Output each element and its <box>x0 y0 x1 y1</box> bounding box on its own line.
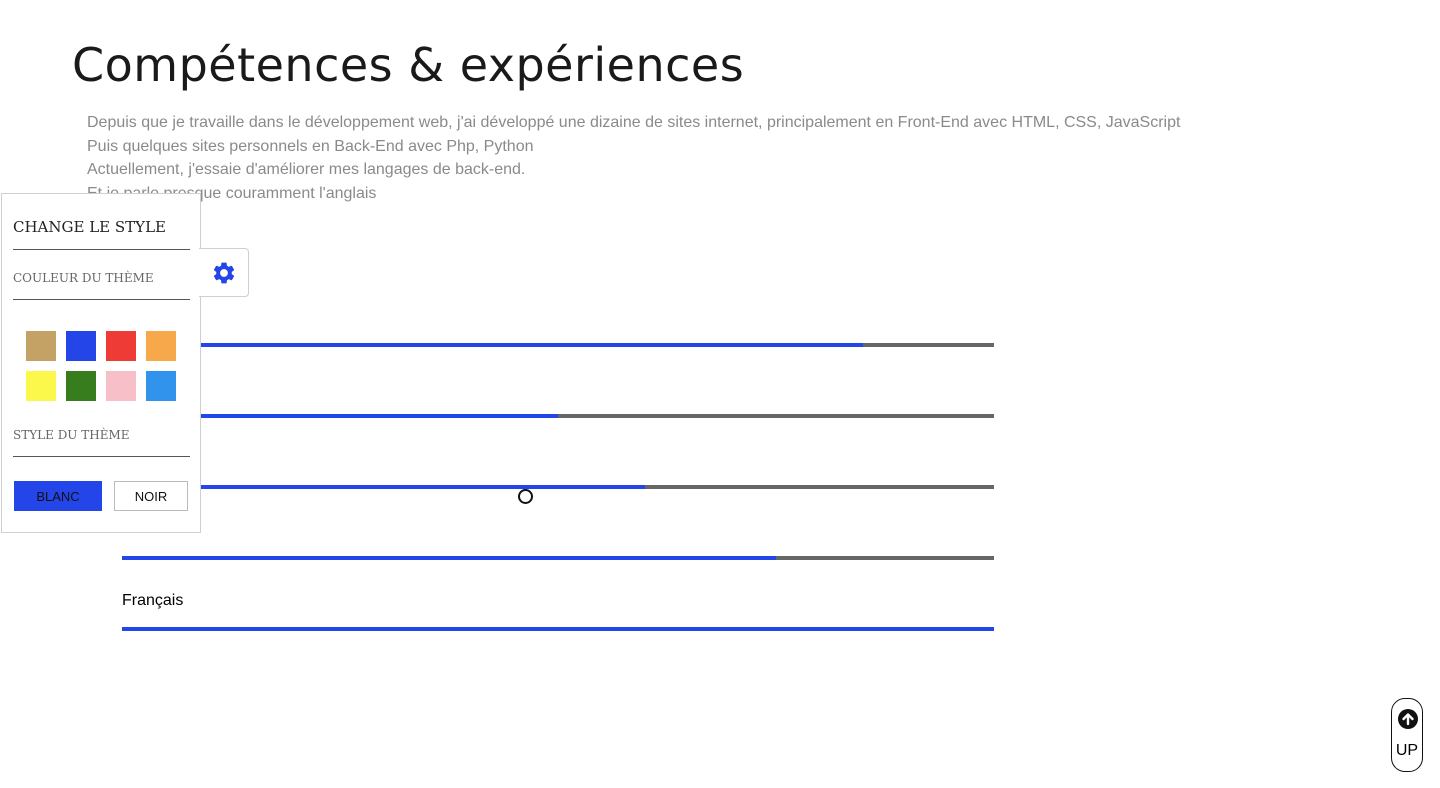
skill-item: Français <box>122 584 994 655</box>
skill-progress-track <box>122 627 994 631</box>
skill-progress-fill <box>122 627 994 631</box>
page-title: Compétences & expériences <box>72 38 745 92</box>
intro-line: Et je parle presque couramment l'anglais <box>87 184 377 202</box>
intro-line: Depuis que je travaille dans le développ… <box>87 114 1181 131</box>
gear-icon <box>213 262 234 283</box>
style-panel-toggle-button[interactable] <box>199 248 249 297</box>
skills-list: Français <box>122 300 994 655</box>
color-swatch[interactable] <box>66 331 96 361</box>
white-theme-button[interactable]: BLANC <box>14 481 102 511</box>
skill-progress-track <box>122 485 994 489</box>
black-theme-button[interactable]: NOIR <box>114 481 188 511</box>
intro-line: Actuellement, j'essaie d'améliorer mes l… <box>87 161 526 178</box>
divider <box>13 299 190 300</box>
theme-color-heading: COULEUR DU THÈME <box>13 271 154 285</box>
scroll-to-top-button[interactable]: UP <box>1391 698 1423 772</box>
skill-item <box>122 371 994 442</box>
color-swatch[interactable] <box>146 371 176 401</box>
divider <box>13 456 190 457</box>
intro-text: Depuis que je travaille dans le développ… <box>87 111 1180 205</box>
custom-cursor <box>518 489 533 504</box>
skill-item <box>122 300 994 371</box>
color-swatch[interactable] <box>26 331 56 361</box>
arrow-up-circle-icon <box>1398 709 1418 729</box>
color-swatch[interactable] <box>146 331 176 361</box>
intro-line: Puis quelques sites personnels en Back-E… <box>87 137 534 155</box>
style-switcher-panel: CHANGE LE STYLE COULEUR DU THÈME STYLE D… <box>1 193 201 533</box>
skill-progress-track <box>122 343 994 347</box>
theme-style-heading: STYLE DU THÈME <box>13 428 130 442</box>
skill-progress-fill <box>122 343 864 347</box>
skill-progress-track <box>122 414 994 418</box>
color-swatch[interactable] <box>66 371 96 401</box>
skill-label: Français <box>122 592 184 609</box>
color-swatch[interactable] <box>106 371 136 401</box>
skill-progress-fill <box>122 556 776 560</box>
up-label: UP <box>1395 742 1419 759</box>
color-swatch[interactable] <box>26 371 56 401</box>
skill-item <box>122 442 994 513</box>
skill-progress-track <box>122 556 994 560</box>
divider <box>13 249 190 250</box>
panel-title: CHANGE LE STYLE <box>13 218 166 236</box>
skill-item <box>122 513 994 584</box>
color-swatch[interactable] <box>106 331 136 361</box>
